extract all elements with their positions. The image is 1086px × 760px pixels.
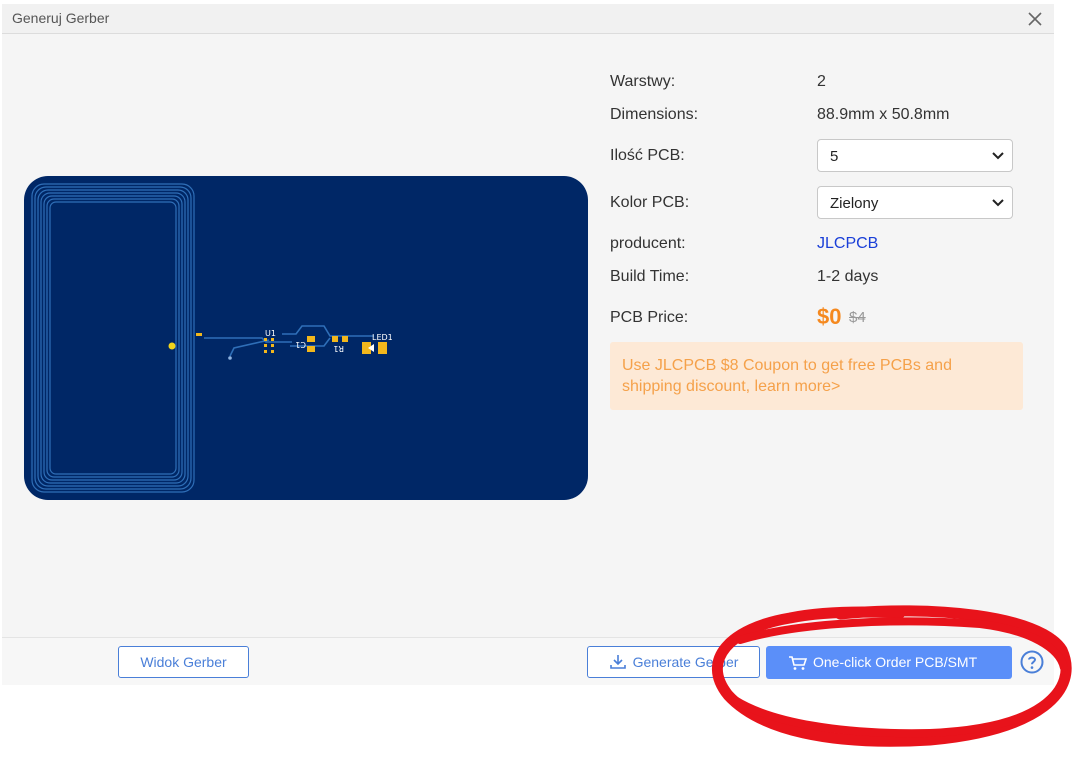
manufacturer-label: producent: xyxy=(610,235,686,252)
download-icon xyxy=(609,655,626,669)
color-selected-value: Zielony xyxy=(830,195,879,212)
quantity-label: Ilość PCB: xyxy=(610,147,685,164)
chevron-down-icon xyxy=(992,199,1004,207)
pcb-price-label: PCB Price: xyxy=(610,309,689,326)
u1-label: U1 xyxy=(265,329,276,338)
manufacturer-link[interactable]: JLCPCB xyxy=(817,235,878,253)
pcb-pad xyxy=(196,333,202,336)
pcb-via xyxy=(228,356,232,360)
pcb-price-old: $4 xyxy=(849,309,866,326)
dialog-title: Generuj Gerber xyxy=(12,10,110,26)
gerber-view-button[interactable]: Widok Gerber xyxy=(118,646,249,678)
pcb-price-value: $0 xyxy=(817,304,842,329)
pcb-via xyxy=(168,342,176,350)
quantity-select[interactable]: 5 xyxy=(817,139,1013,172)
close-icon[interactable] xyxy=(1024,8,1046,30)
dialog-titlebar: Generuj Gerber xyxy=(2,4,1054,34)
generate-gerber-label: Generate Gerber xyxy=(632,654,739,670)
coupon-text[interactable]: Use JLCPCB $8 Coupon to get free PCBs an… xyxy=(622,355,1002,397)
gerber-view-label: Widok Gerber xyxy=(140,654,227,670)
layers-value: 2 xyxy=(817,73,826,90)
led1-label: LED1 xyxy=(372,333,393,342)
one-click-order-button[interactable]: One-click Order PCB/SMT xyxy=(766,646,1012,679)
color-label: Kolor PCB: xyxy=(610,194,690,211)
dialog-footer: Widok Gerber Generate Gerber One-click O… xyxy=(2,637,1054,685)
chevron-down-icon xyxy=(992,152,1004,160)
r1-label: R1 xyxy=(333,344,344,353)
pcb-preview: U1 C1 R1 LED1 xyxy=(24,176,588,500)
c1-label: C1 xyxy=(295,340,306,349)
help-icon[interactable] xyxy=(1020,650,1044,674)
quantity-selected-value: 5 xyxy=(830,148,839,165)
layers-label: Warstwy: xyxy=(610,73,676,90)
cart-icon xyxy=(789,656,808,670)
build-time-value: 1-2 days xyxy=(817,268,879,285)
generate-gerber-dialog: Generuj Gerber U1 C1 R1 LED1 Warstwy: 2 … xyxy=(2,4,1054,685)
generate-gerber-button[interactable]: Generate Gerber xyxy=(587,646,760,678)
dimensions-value: 88.9mm x 50.8mm xyxy=(817,106,950,123)
color-select[interactable]: Zielony xyxy=(817,186,1013,219)
pcb-board xyxy=(24,176,588,500)
dimensions-label: Dimensions: xyxy=(610,106,699,123)
build-time-label: Build Time: xyxy=(610,268,690,285)
coupon-banner[interactable]: Use JLCPCB $8 Coupon to get free PCBs an… xyxy=(610,342,1023,410)
one-click-order-label: One-click Order PCB/SMT xyxy=(813,654,978,670)
